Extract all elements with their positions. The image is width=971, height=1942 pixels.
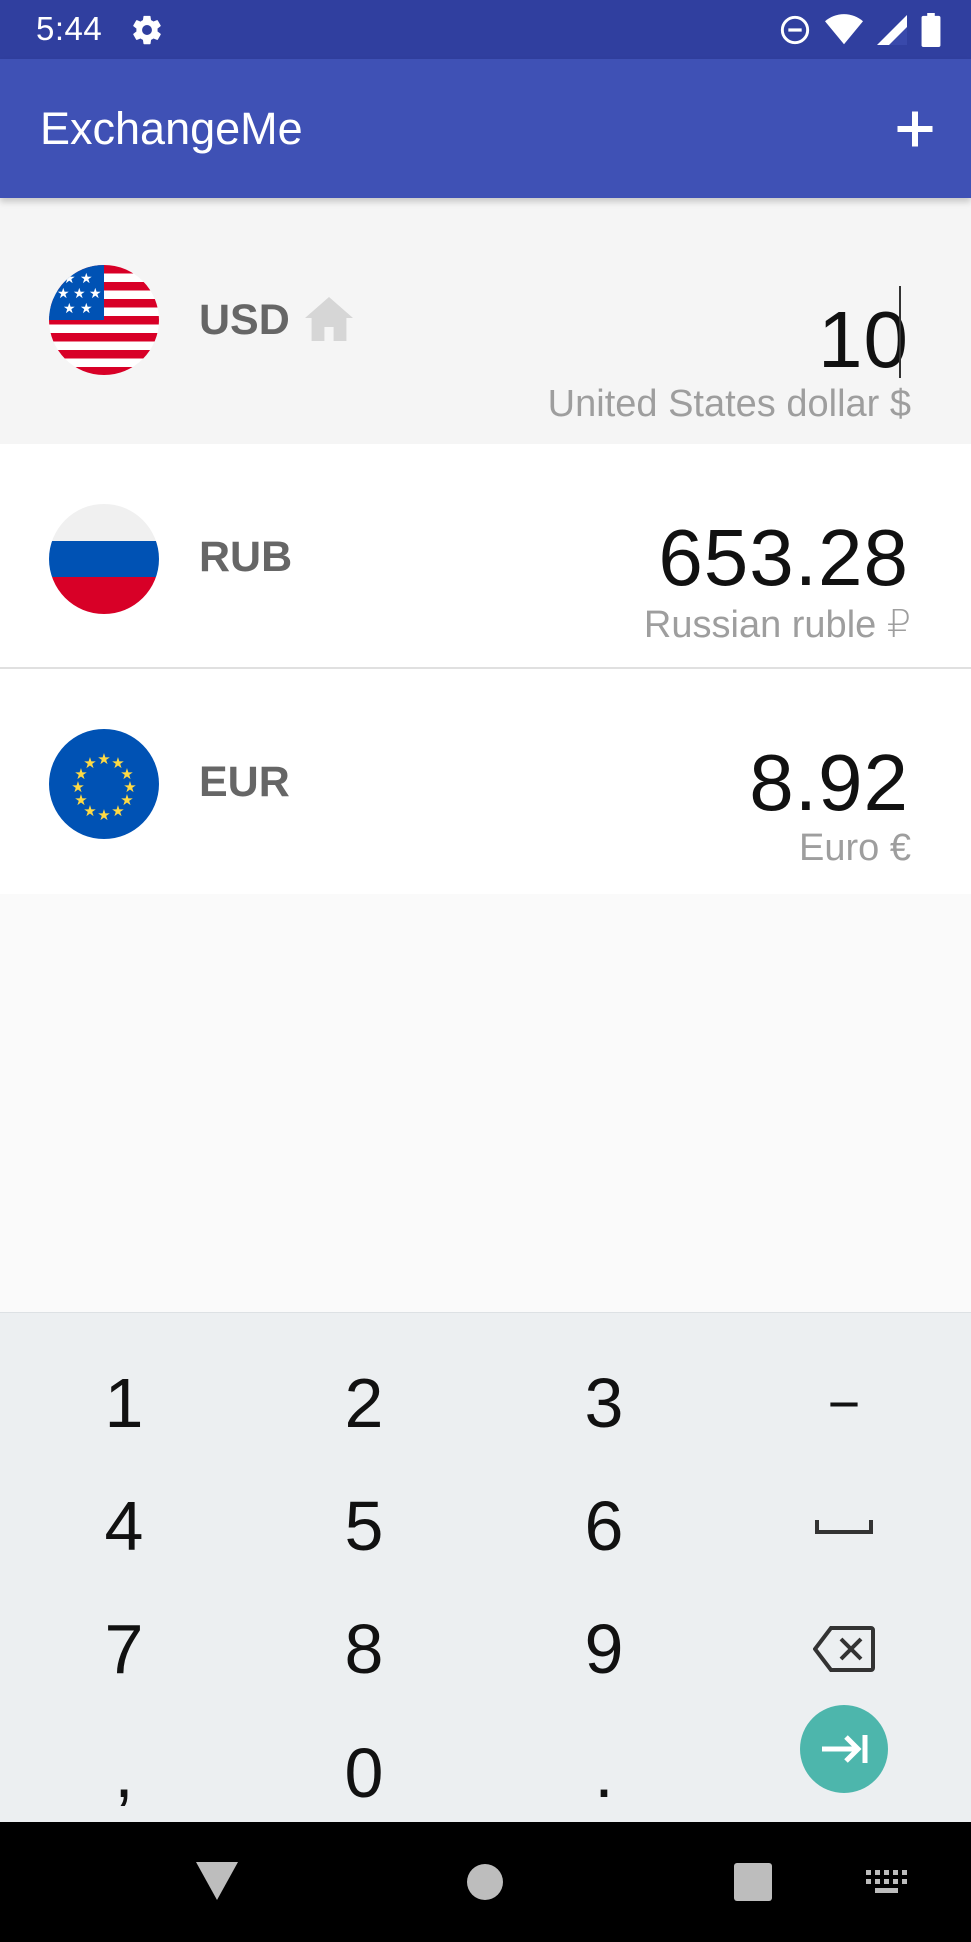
plus-icon[interactable] xyxy=(885,99,945,159)
amount-value[interactable]: 8.92 xyxy=(749,737,909,829)
svg-text:★: ★ xyxy=(97,750,110,768)
wifi-icon xyxy=(825,14,863,45)
battery-icon xyxy=(921,13,941,47)
keyboard-switch-icon[interactable] xyxy=(866,1870,908,1898)
currency-row-eur[interactable]: ★ ★ ★ ★ ★ ★ ★ ★ ★ ★ ★ ★ EUR 8.92 Euro € xyxy=(0,669,971,894)
numeric-keyboard: 1 2 3 − 4 5 6 7 8 9 , 0 . xyxy=(0,1312,971,1823)
svg-text:★: ★ xyxy=(63,271,76,287)
svg-text:★: ★ xyxy=(83,754,96,772)
tab-arrow-icon xyxy=(822,1735,868,1763)
navigation-bar xyxy=(0,1822,971,1942)
key-period[interactable]: . xyxy=(504,1713,704,1833)
key-5[interactable]: 5 xyxy=(264,1466,464,1586)
key-minus[interactable]: − xyxy=(744,1343,944,1463)
next-field-button[interactable] xyxy=(800,1705,888,1793)
currency-code: USD xyxy=(199,296,290,344)
svg-text:★: ★ xyxy=(80,301,93,317)
currency-row-usd[interactable]: ★ ★ ★ ★ ★ ★ ★ USD 10 United States dollar $ xyxy=(0,198,971,444)
ru-flag-icon xyxy=(49,504,159,614)
do-not-disturb-icon xyxy=(780,15,810,45)
recents-icon[interactable] xyxy=(734,1863,772,1901)
amount-value[interactable]: 653.28 xyxy=(658,512,909,604)
amount-input[interactable]: 10 xyxy=(818,294,909,386)
svg-text:★: ★ xyxy=(89,286,102,302)
svg-text:★: ★ xyxy=(111,802,124,820)
settings-gear-icon xyxy=(133,15,161,45)
cell-signal-icon xyxy=(877,15,907,45)
us-flag-icon: ★ ★ ★ ★ ★ ★ ★ xyxy=(49,265,159,375)
backspace-icon xyxy=(813,1626,875,1672)
svg-text:★: ★ xyxy=(57,286,70,302)
status-bar: 5:44 xyxy=(0,0,971,59)
app-bar: ExchangeMe xyxy=(0,59,971,198)
currency-row-rub[interactable]: RUB 653.28 Russian ruble ₽ xyxy=(0,444,971,669)
home-icon xyxy=(305,297,353,341)
currency-code: EUR xyxy=(199,758,290,806)
key-7[interactable]: 7 xyxy=(24,1589,224,1709)
key-9[interactable]: 9 xyxy=(504,1589,704,1709)
svg-text:★: ★ xyxy=(73,286,86,302)
key-4[interactable]: 4 xyxy=(24,1466,224,1586)
text-cursor xyxy=(899,286,901,378)
currency-code: RUB xyxy=(199,533,293,581)
eu-flag-icon: ★ ★ ★ ★ ★ ★ ★ ★ ★ ★ ★ ★ xyxy=(49,729,159,839)
svg-text:★: ★ xyxy=(80,271,93,287)
space-icon xyxy=(815,1520,873,1534)
currency-name: United States dollar $ xyxy=(547,383,911,425)
back-icon[interactable] xyxy=(196,1862,238,1902)
key-0[interactable]: 0 xyxy=(264,1713,464,1833)
key-8[interactable]: 8 xyxy=(264,1589,464,1709)
key-space[interactable] xyxy=(744,1466,944,1586)
key-6[interactable]: 6 xyxy=(504,1466,704,1586)
key-1[interactable]: 1 xyxy=(24,1343,224,1463)
status-icons xyxy=(779,12,941,48)
key-comma[interactable]: , xyxy=(24,1713,224,1833)
svg-text:★: ★ xyxy=(97,806,110,824)
currency-name: Russian ruble ₽ xyxy=(643,604,911,646)
currency-list: ★ ★ ★ ★ ★ ★ ★ USD 10 United States dollar $ … xyxy=(0,198,971,894)
svg-text:★: ★ xyxy=(63,301,76,317)
currency-name: Euro € xyxy=(799,827,911,869)
key-2[interactable]: 2 xyxy=(264,1343,464,1463)
app-title: ExchangeMe xyxy=(40,103,303,154)
status-time: 5:44 xyxy=(36,10,103,47)
key-3[interactable]: 3 xyxy=(504,1343,704,1463)
home-button-icon[interactable] xyxy=(466,1863,504,1901)
key-next[interactable] xyxy=(744,1689,944,1809)
